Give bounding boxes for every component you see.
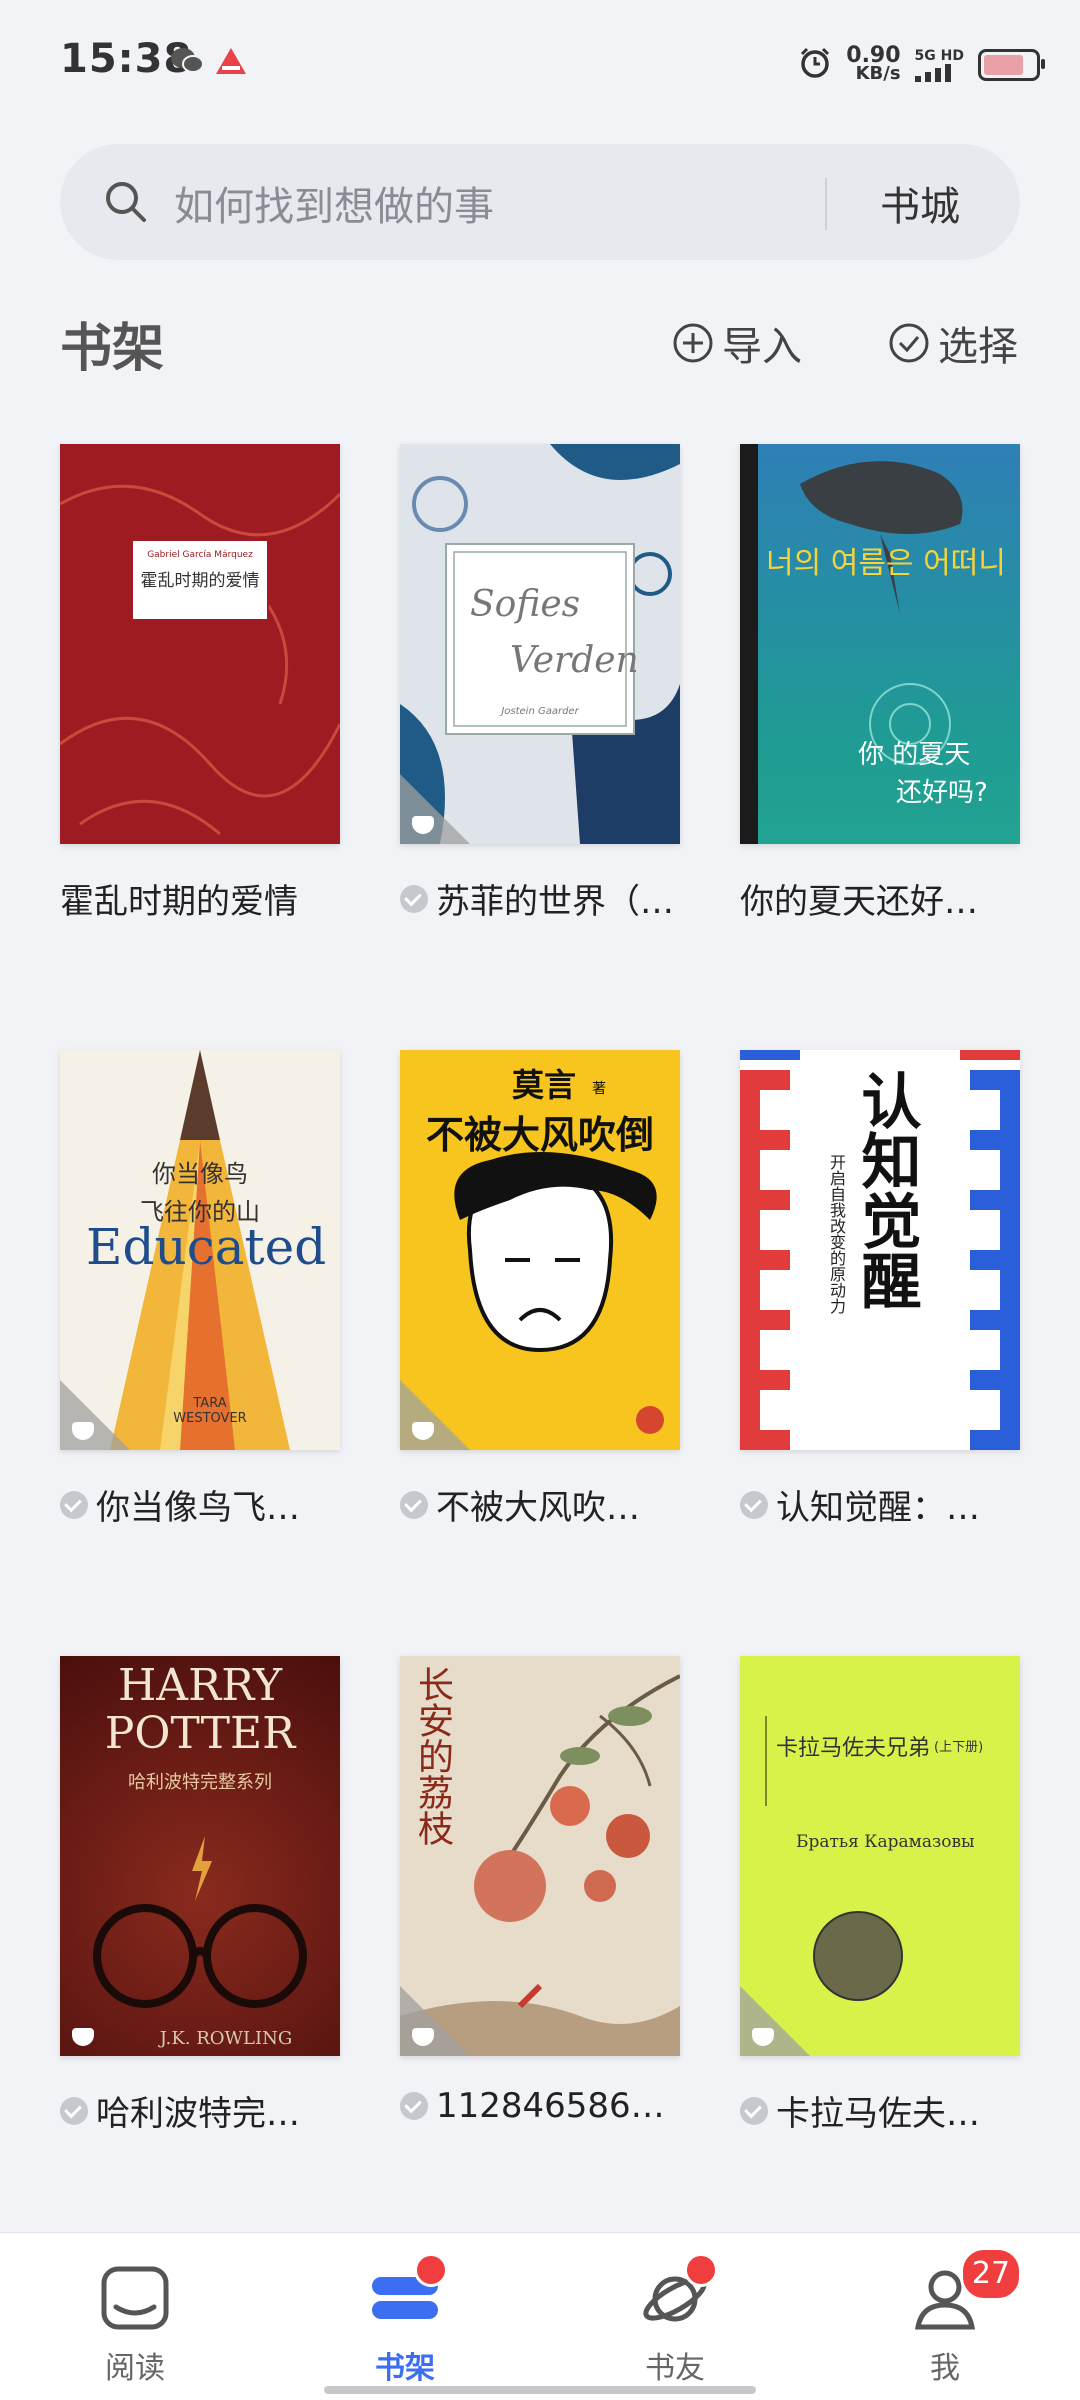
check-icon [740, 1490, 768, 1519]
check-icon [60, 1490, 88, 1519]
search-icon [104, 180, 148, 228]
book-cover[interactable]: Gabriel García Márquez 霍乱时期的爱情 [60, 444, 340, 844]
book-cover[interactable]: 莫言 著 不被大风吹倒 [400, 1050, 680, 1450]
book-open-icon [101, 2266, 169, 2330]
book-title: 不被大风吹… [400, 1480, 700, 1529]
notification-dot [684, 2253, 718, 2287]
plus-circle-icon [673, 323, 713, 363]
check-icon [400, 884, 428, 913]
book-store-link[interactable]: 书城 [880, 174, 960, 232]
imported-corner-badge [60, 1380, 130, 1450]
book-cover[interactable]: 你当像鸟 飞往你的山 Educated TARA WESTOVER [60, 1050, 340, 1450]
wechat-icon [170, 46, 204, 80]
book-title: 112846586… [400, 2086, 700, 2126]
check-icon [400, 2092, 428, 2120]
nav-item-friends[interactable]: 书友 [540, 2233, 810, 2400]
signal-indicator: 5G HD [914, 48, 964, 82]
select-button[interactable]: 选择 [888, 314, 1018, 372]
nav-item-read[interactable]: 阅读 [0, 2233, 270, 2400]
import-button[interactable]: 导入 [672, 314, 802, 372]
book-title: 你的夏天还好… [740, 882, 978, 922]
book-cover[interactable]: Sofies Verden Jostein Gaarder [400, 444, 680, 844]
status-bar: 15:38 0.90 KB/s 5G HD [0, 0, 1080, 130]
imported-corner-badge [400, 1986, 470, 2056]
book-cover[interactable]: 认知觉醒 开启自我改变的原动力 [740, 1050, 1020, 1450]
alarm-icon [798, 46, 832, 84]
book-cover[interactable]: 长安的荔枝 [400, 1656, 680, 2056]
book-title: 认知觉醒：… [740, 1480, 1040, 1529]
home-indicator[interactable] [324, 2386, 756, 2394]
check-icon [400, 1490, 428, 1519]
signal-bars-icon [914, 64, 951, 82]
nav-item-me[interactable]: 27 我 [810, 2233, 1080, 2400]
book-cover[interactable]: HARRY POTTER 哈利波特完整系列 J.K. ROWLING [60, 1656, 340, 2056]
check-circle-icon [889, 323, 929, 363]
bookshelf-page: 15:38 0.90 KB/s 5G HD 如何找到想做的事 书城 书架 导入 … [0, 0, 1080, 2400]
check-icon [60, 2096, 88, 2125]
book-title: 霍乱时期的爱情 [60, 882, 298, 922]
status-indicators: 0.90 KB/s 5G HD [798, 40, 1045, 90]
imported-corner-badge [740, 1986, 810, 2056]
check-icon [740, 2096, 768, 2125]
bottom-nav: 阅读 书架 书友 27 我 [0, 2232, 1080, 2400]
book-cover[interactable]: 卡拉马佐夫兄弟 (上下册) Братья Карамазовы [740, 1656, 1020, 2056]
imported-corner-badge [400, 1380, 470, 1450]
battery-icon [978, 49, 1045, 81]
imported-corner-badge [400, 774, 470, 844]
app-notification-icon [214, 46, 248, 80]
book-title: 你当像鸟飞… [60, 1480, 360, 1529]
notification-dot [414, 2253, 448, 2287]
divider [825, 178, 827, 230]
search-input[interactable]: 如何找到想做的事 [174, 174, 494, 232]
nav-item-bookshelf[interactable]: 书架 [270, 2233, 540, 2400]
book-title: 苏菲的世界（… [400, 874, 700, 923]
book-title: 哈利波特完… [60, 2086, 360, 2135]
cover-art [60, 484, 340, 836]
page-title: 书架 [60, 319, 165, 379]
search-bar[interactable]: 如何找到想做的事 书城 [60, 144, 1020, 260]
unread-count-badge: 27 [960, 2247, 1022, 2301]
network-speed: 0.90 KB/s [846, 43, 901, 84]
book-title: 卡拉马佐夫… [740, 2086, 1040, 2135]
book-cover[interactable]: 너의 여름은 어떠니 你 的夏天 还好吗? [740, 444, 1020, 844]
